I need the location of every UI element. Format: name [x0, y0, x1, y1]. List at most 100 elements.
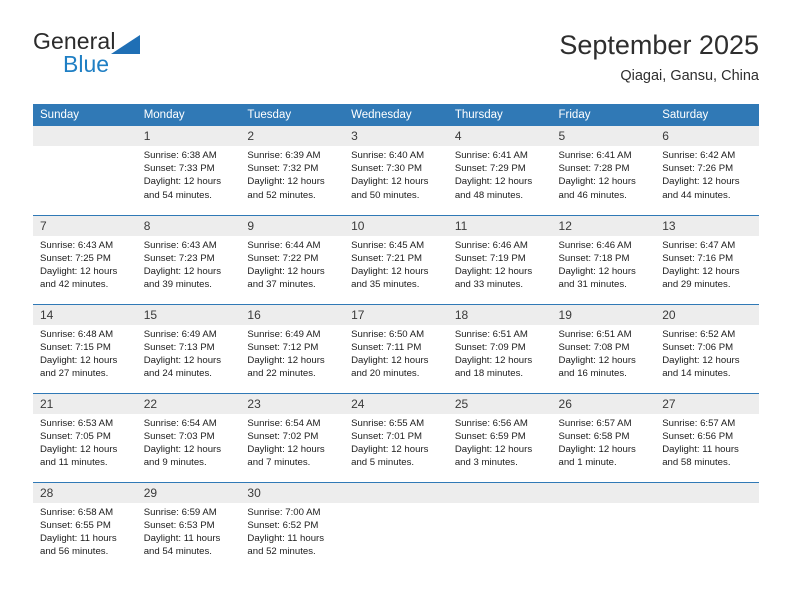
sunrise-text: Sunrise: 6:46 AM	[454, 239, 528, 251]
calendar-day-cell[interactable]: 15 Sunrise: 6:49 AM Sunset: 7:13 PM Dayligh…	[136, 303, 241, 393]
sunset-text: Sunset: 7:06 PM	[662, 341, 734, 353]
calendar-day-cell[interactable]: 13 Sunrise: 6:47 AM Sunset: 7:16 PM Dayligh…	[655, 214, 759, 304]
day-details: Sunrise: 6:51 AM Sunset: 7:08 PM Daylight:…	[552, 325, 656, 381]
calendar-day-cell[interactable]: 14 Sunrise: 6:48 AM Sunset: 7:15 PM Dayligh…	[33, 303, 137, 393]
day-cell-inner: 18 Sunrise: 6:51 AM Sunset: 7:09 PM Dayligh…	[447, 304, 552, 393]
calendar-day-cell[interactable]: 16 Sunrise: 6:49 AM Sunset: 7:12 PM Dayligh…	[240, 303, 345, 393]
calendar-day-cell[interactable]: 30 Sunrise: 7:00 AM Sunset: 6:52 PM Dayligh…	[240, 481, 345, 571]
sunrise-text: Sunrise: 6:51 AM	[558, 328, 632, 340]
daylight-text: Daylight: 11 hours and 52 minutes.	[247, 532, 325, 558]
calendar-day-cell[interactable]: 2 Sunrise: 6:39 AM Sunset: 7:32 PM Daylight…	[240, 126, 345, 215]
day-cell-inner: 24 Sunrise: 6:55 AM Sunset: 7:01 PM Dayligh…	[344, 393, 448, 482]
day-cell-inner: 14 Sunrise: 6:48 AM Sunset: 7:15 PM Dayligh…	[33, 304, 137, 393]
calendar-day-cell[interactable]: 9 Sunrise: 6:44 AM Sunset: 7:22 PM Daylight…	[240, 214, 345, 304]
sunrise-text: Sunrise: 6:47 AM	[662, 239, 736, 251]
daylight-text: Daylight: 12 hours and 14 minutes.	[662, 354, 740, 380]
day-cell-inner: 13 Sunrise: 6:47 AM Sunset: 7:16 PM Dayligh…	[655, 215, 759, 304]
daylight-text: Daylight: 12 hours and 35 minutes.	[351, 265, 429, 291]
daylight-text: Daylight: 12 hours and 11 minutes.	[40, 443, 118, 469]
daylight-text: Daylight: 11 hours and 54 minutes.	[143, 532, 221, 558]
day-cell-inner: 15 Sunrise: 6:49 AM Sunset: 7:13 PM Dayligh…	[136, 304, 241, 393]
calendar-day-cell[interactable]: 22 Sunrise: 6:54 AM Sunset: 7:03 PM Dayligh…	[136, 392, 241, 482]
calendar-day-cell[interactable]: 28 Sunrise: 6:58 AM Sunset: 6:55 PM Dayligh…	[33, 481, 137, 571]
sunset-text: Sunset: 7:32 PM	[247, 163, 319, 175]
day-details: Sunrise: 6:52 AM Sunset: 7:06 PM Daylight:…	[655, 325, 759, 381]
day-details: Sunrise: 6:58 AM Sunset: 6:55 PM Daylight:…	[33, 503, 137, 559]
day-details: Sunrise: 6:47 AM Sunset: 7:16 PM Daylight:…	[655, 236, 759, 292]
sunrise-text: Sunrise: 6:55 AM	[351, 417, 425, 429]
day-number: 7	[33, 215, 137, 236]
calendar-day-cell[interactable]: 11 Sunrise: 6:46 AM Sunset: 7:19 PM Dayligh…	[447, 214, 552, 304]
calendar-day-cell[interactable]: 21 Sunrise: 6:53 AM Sunset: 7:05 PM Dayligh…	[33, 392, 137, 482]
calendar-day-cell[interactable]: 24 Sunrise: 6:55 AM Sunset: 7:01 PM Dayligh…	[344, 392, 448, 482]
day-details: Sunrise: 6:41 AM Sunset: 7:28 PM Daylight:…	[552, 146, 656, 202]
day-details: Sunrise: 6:56 AM Sunset: 6:59 PM Daylight:…	[448, 414, 552, 470]
calendar-day-cell[interactable]: 23 Sunrise: 6:54 AM Sunset: 7:02 PM Dayligh…	[240, 392, 345, 482]
calendar-day-cell[interactable]: 5 Sunrise: 6:41 AM Sunset: 7:28 PM Daylight…	[551, 126, 656, 215]
daylight-text: Daylight: 12 hours and 1 minute.	[558, 443, 636, 469]
day-details: Sunrise: 6:54 AM Sunset: 7:02 PM Daylight:…	[240, 414, 344, 470]
sunrise-text: Sunrise: 6:53 AM	[40, 417, 114, 429]
day-cell-inner: 11 Sunrise: 6:46 AM Sunset: 7:19 PM Dayligh…	[447, 215, 552, 304]
day-details: Sunrise: 6:45 AM Sunset: 7:21 PM Daylight:…	[344, 236, 448, 292]
calendar-day-cell[interactable]: 4 Sunrise: 6:41 AM Sunset: 7:29 PM Daylight…	[447, 126, 552, 215]
day-details: Sunrise: 6:48 AM Sunset: 7:15 PM Daylight:…	[33, 325, 137, 381]
day-number: 20	[655, 304, 759, 325]
calendar-week-row: 21 Sunrise: 6:53 AM Sunset: 7:05 PM Dayligh…	[33, 392, 759, 482]
day-number: 2	[240, 126, 345, 146]
sunset-text: Sunset: 7:22 PM	[247, 252, 319, 264]
day-number: 17	[344, 304, 448, 325]
day-details: Sunrise: 6:44 AM Sunset: 7:22 PM Daylight:…	[240, 236, 344, 292]
daylight-text: Daylight: 12 hours and 29 minutes.	[662, 265, 740, 291]
day-cell-inner: 7 Sunrise: 6:43 AM Sunset: 7:25 PM Daylight…	[33, 215, 137, 304]
calendar-day-cell[interactable]: 27 Sunrise: 6:57 AM Sunset: 6:56 PM Dayligh…	[655, 392, 759, 482]
calendar-day-cell[interactable]: 3 Sunrise: 6:40 AM Sunset: 7:30 PM Daylight…	[344, 126, 448, 215]
calendar-day-cell[interactable]: 1 Sunrise: 6:38 AM Sunset: 7:33 PM Daylight…	[136, 126, 241, 215]
daylight-text: Daylight: 12 hours and 46 minutes.	[558, 176, 636, 201]
calendar-day-cell[interactable]: 7 Sunrise: 6:43 AM Sunset: 7:25 PM Daylight…	[33, 214, 137, 304]
sunrise-text: Sunrise: 6:49 AM	[143, 328, 217, 340]
title-block: September 2025 Qiagai, Gansu, China	[559, 28, 759, 86]
calendar-day-cell[interactable]: 20 Sunrise: 6:52 AM Sunset: 7:06 PM Dayligh…	[655, 303, 759, 393]
calendar-body: 1 Sunrise: 6:38 AM Sunset: 7:33 PM Daylight…	[33, 126, 759, 571]
sunset-text: Sunset: 7:08 PM	[558, 341, 630, 353]
calendar-day-cell[interactable]: 19 Sunrise: 6:51 AM Sunset: 7:08 PM Dayligh…	[551, 303, 656, 393]
day-cell-inner	[33, 126, 137, 215]
general-blue-logo[interactable]: General Blue	[33, 28, 163, 84]
day-details: Sunrise: 6:39 AM Sunset: 7:32 PM Daylight:…	[240, 146, 344, 202]
sunset-text: Sunset: 7:30 PM	[351, 163, 423, 175]
sunset-text: Sunset: 6:52 PM	[247, 519, 319, 531]
daylight-text: Daylight: 12 hours and 9 minutes.	[143, 443, 222, 469]
day-number: 29	[136, 482, 241, 503]
day-number: 14	[33, 304, 137, 325]
sunrise-text: Sunrise: 6:59 AM	[143, 506, 217, 518]
logo-text-blue: Blue	[63, 51, 110, 77]
sunrise-text: Sunrise: 6:41 AM	[558, 150, 632, 161]
day-number: 6	[655, 126, 759, 146]
daylight-text: Daylight: 12 hours and 50 minutes.	[351, 176, 429, 201]
calendar-day-cell[interactable]: 18 Sunrise: 6:51 AM Sunset: 7:09 PM Dayligh…	[447, 303, 552, 393]
calendar-day-cell[interactable]: 12 Sunrise: 6:46 AM Sunset: 7:18 PM Dayligh…	[551, 214, 656, 304]
sunset-text: Sunset: 7:15 PM	[40, 341, 111, 353]
calendar-day-cell[interactable]: 29 Sunrise: 6:59 AM Sunset: 6:53 PM Dayligh…	[136, 481, 241, 571]
day-details: Sunrise: 6:38 AM Sunset: 7:33 PM Daylight:…	[137, 146, 241, 202]
sunset-text: Sunset: 7:01 PM	[351, 430, 423, 442]
sunset-text: Sunset: 6:58 PM	[558, 430, 630, 442]
daylight-text: Daylight: 12 hours and 37 minutes.	[247, 265, 325, 291]
calendar-day-cell[interactable]: 17 Sunrise: 6:50 AM Sunset: 7:11 PM Dayligh…	[344, 303, 448, 393]
calendar-day-cell[interactable]: 10 Sunrise: 6:45 AM Sunset: 7:21 PM Dayligh…	[344, 214, 448, 304]
calendar-day-cell[interactable]: 8 Sunrise: 6:43 AM Sunset: 7:23 PM Daylight…	[136, 214, 241, 304]
sunrise-text: Sunrise: 6:50 AM	[351, 328, 425, 340]
sunset-text: Sunset: 6:59 PM	[454, 430, 526, 442]
day-number: 8	[136, 215, 241, 236]
calendar-day-cell[interactable]: 6 Sunrise: 6:42 AM Sunset: 7:26 PM Daylight…	[655, 126, 759, 215]
day-number: 15	[136, 304, 241, 325]
calendar-day-cell[interactable]: 25 Sunrise: 6:56 AM Sunset: 6:59 PM Dayligh…	[447, 392, 552, 482]
daylight-text: Daylight: 12 hours and 48 minutes.	[454, 176, 533, 201]
weekday-header-thursday: Thursday	[447, 104, 552, 126]
sunset-text: Sunset: 7:28 PM	[558, 163, 630, 175]
daylight-text: Daylight: 12 hours and 54 minutes.	[143, 176, 222, 201]
calendar-day-cell[interactable]: 26 Sunrise: 6:57 AM Sunset: 6:58 PM Dayligh…	[551, 392, 656, 482]
page-header: General Blue September 2025 Qiagai, Gans…	[33, 28, 759, 98]
day-cell-inner	[447, 482, 552, 572]
